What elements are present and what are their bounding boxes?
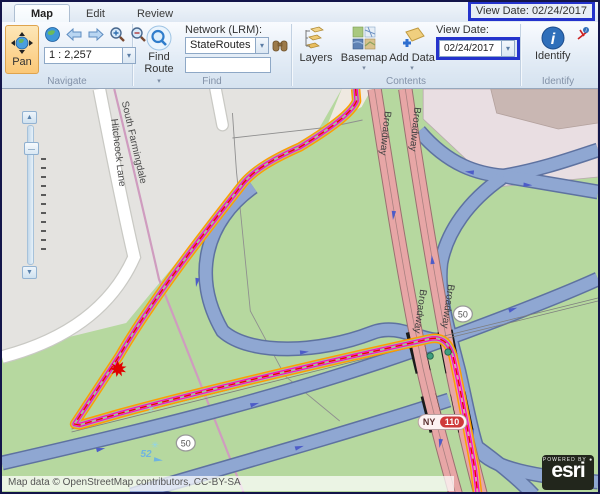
- scale-combo[interactable]: 1 : 2,257 ▾: [44, 47, 136, 64]
- network-dropdown-icon[interactable]: ▾: [255, 37, 269, 54]
- view-date-annotation-box: 02/24/2017 ▾: [436, 37, 520, 60]
- svg-text:50: 50: [181, 438, 191, 448]
- zoom-slider-handle[interactable]: [24, 142, 39, 155]
- tab-map[interactable]: Map: [14, 4, 70, 22]
- pan-label: Pan: [12, 56, 32, 68]
- zoom-slider-ticks: [41, 158, 46, 250]
- add-data-button[interactable]: Add Data ▾: [388, 22, 436, 72]
- full-extent-icon[interactable]: [44, 26, 61, 43]
- find-route-label-2: Route: [144, 63, 173, 75]
- group-contents: Layers Basemap ▾: [292, 22, 520, 88]
- app-window: Map Edit Review View Date: 02/24/2017 Pa…: [0, 0, 600, 494]
- view-date-field-area: View Date: 02/24/2017 ▾: [436, 22, 520, 60]
- sparkle-marker: ✳: [147, 404, 155, 414]
- find-group-label: Find: [133, 76, 291, 87]
- view-date-dropdown-icon[interactable]: ▾: [501, 40, 515, 57]
- network-combo[interactable]: StateRoutes ▾: [185, 37, 269, 54]
- layers-button[interactable]: Layers: [292, 22, 340, 64]
- group-find: Find Route ▾ Network (LRM): StateRoutes …: [133, 22, 291, 88]
- view-date-value[interactable]: 02/24/2017: [439, 40, 501, 57]
- sparkle-marker: ✳: [151, 440, 159, 450]
- esri-logo: esri: [542, 461, 594, 481]
- basemap-svg: ✳ ✳ 52 50 50 NY 110 Hitchcock Lane: [2, 89, 598, 492]
- back-arrow-icon[interactable]: [65, 27, 83, 42]
- find-route-label-1: Find: [148, 51, 169, 63]
- route-shield-50: 50: [453, 306, 472, 322]
- calibration-point[interactable]: [427, 353, 433, 359]
- view-date-combo[interactable]: 02/24/2017 ▾: [439, 40, 515, 57]
- zoom-slider-track[interactable]: [27, 125, 34, 265]
- svg-text:i: i: [551, 31, 556, 48]
- esri-badge: POWERED BY ● esri: [542, 455, 594, 490]
- layers-label: Layers: [299, 53, 332, 64]
- zoom-slider-up-button[interactable]: ▲: [22, 111, 37, 124]
- route-shield-50: 50: [176, 435, 195, 451]
- identify-label: Identify: [535, 50, 570, 62]
- pan-globe-icon: [11, 32, 33, 54]
- layers-icon: [303, 26, 329, 50]
- stub-road: [216, 89, 223, 125]
- marker-52-label: 52: [141, 449, 152, 460]
- basemap-label: Basemap: [341, 53, 387, 64]
- route-shield-ny110: NY 110: [418, 415, 467, 430]
- network-value[interactable]: StateRoutes: [185, 37, 255, 54]
- view-date-label: View Date:: [436, 24, 520, 36]
- add-data-label: Add Data: [389, 53, 435, 64]
- add-data-dropdown-icon[interactable]: ▾: [410, 64, 414, 72]
- navigate-group-label: Navigate: [2, 76, 132, 87]
- svg-text:50: 50: [458, 309, 468, 319]
- pan-button[interactable]: Pan: [5, 25, 39, 74]
- contents-group-label: Contents: [292, 76, 520, 87]
- group-navigate: Pan: [2, 22, 132, 88]
- map-zoom-slider: ▲ ▼: [22, 111, 38, 279]
- ribbon: Pan: [2, 22, 598, 89]
- add-data-icon: [398, 26, 426, 50]
- map-attribution: Map data © OpenStreetMap contributors, C…: [2, 476, 454, 491]
- tab-edit[interactable]: Edit: [70, 5, 121, 22]
- view-date-callout: View Date: 02/24/2017: [468, 1, 595, 21]
- svg-text:NY: NY: [423, 417, 435, 427]
- group-identify: i Identify i Identify: [521, 22, 595, 88]
- identify-button[interactable]: i Identify: [535, 26, 570, 62]
- forward-arrow-icon[interactable]: [87, 27, 105, 42]
- identify-icon: i: [541, 26, 565, 50]
- tab-review[interactable]: Review: [121, 5, 189, 22]
- map-canvas[interactable]: ✳ ✳ 52 50 50 NY 110 Hitchcock Lane: [2, 89, 598, 492]
- network-lrm-label: Network (LRM):: [185, 24, 288, 36]
- svg-text:110: 110: [445, 417, 459, 427]
- calibration-point[interactable]: [445, 349, 451, 355]
- basemap-dropdown-icon[interactable]: ▾: [362, 64, 366, 72]
- find-route-icon: [146, 25, 172, 51]
- find-route-input[interactable]: [185, 57, 271, 73]
- scale-value[interactable]: 1 : 2,257: [44, 47, 122, 64]
- identify-group-label: Identify: [521, 76, 595, 87]
- basemap-button[interactable]: Basemap ▾: [340, 22, 388, 72]
- basemap-icon: [352, 26, 376, 50]
- identify-route-icon[interactable]: i: [576, 27, 590, 41]
- zoom-in-icon[interactable]: [109, 26, 126, 43]
- ribbon-tab-strip: Map Edit Review View Date: 02/24/2017: [2, 2, 598, 22]
- binoculars-icon[interactable]: [272, 39, 288, 52]
- zoom-slider-down-button[interactable]: ▼: [22, 266, 37, 279]
- esri-dot-icon: ●: [589, 457, 593, 463]
